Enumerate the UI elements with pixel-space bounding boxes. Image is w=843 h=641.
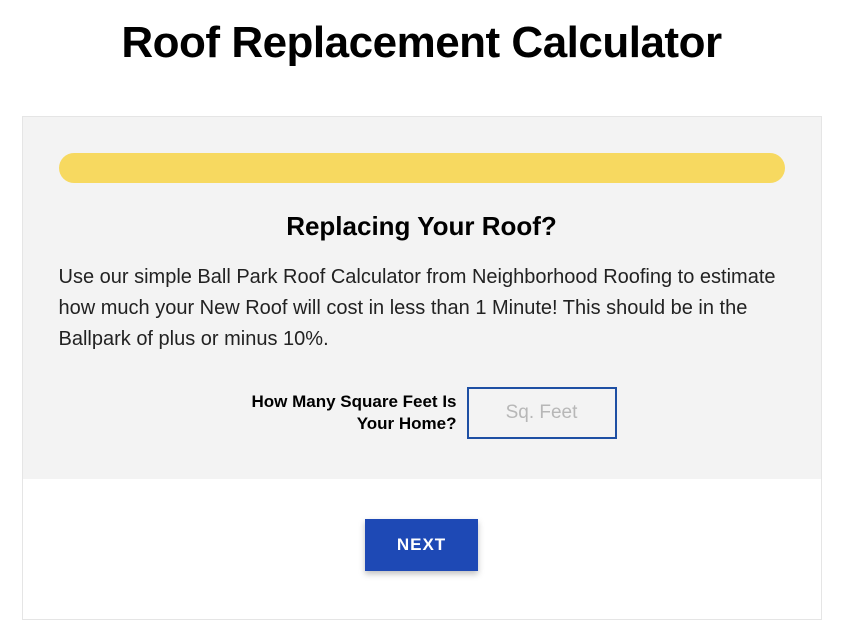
step-heading: Replacing Your Roof? bbox=[59, 211, 785, 242]
card-top-section: Replacing Your Roof? Use our simple Ball… bbox=[23, 117, 821, 479]
step-description: Use our simple Ball Park Roof Calculator… bbox=[59, 262, 785, 355]
sqft-input[interactable] bbox=[467, 387, 617, 439]
calculator-card: Replacing Your Roof? Use our simple Ball… bbox=[22, 116, 822, 620]
card-bottom-section: NEXT bbox=[23, 479, 821, 619]
next-button[interactable]: NEXT bbox=[365, 519, 478, 571]
page-title: Roof Replacement Calculator bbox=[0, 18, 843, 68]
sqft-field-row: How Many Square Feet Is Your Home? bbox=[59, 387, 785, 439]
sqft-label: How Many Square Feet Is Your Home? bbox=[227, 391, 457, 435]
progress-bar bbox=[59, 153, 785, 183]
